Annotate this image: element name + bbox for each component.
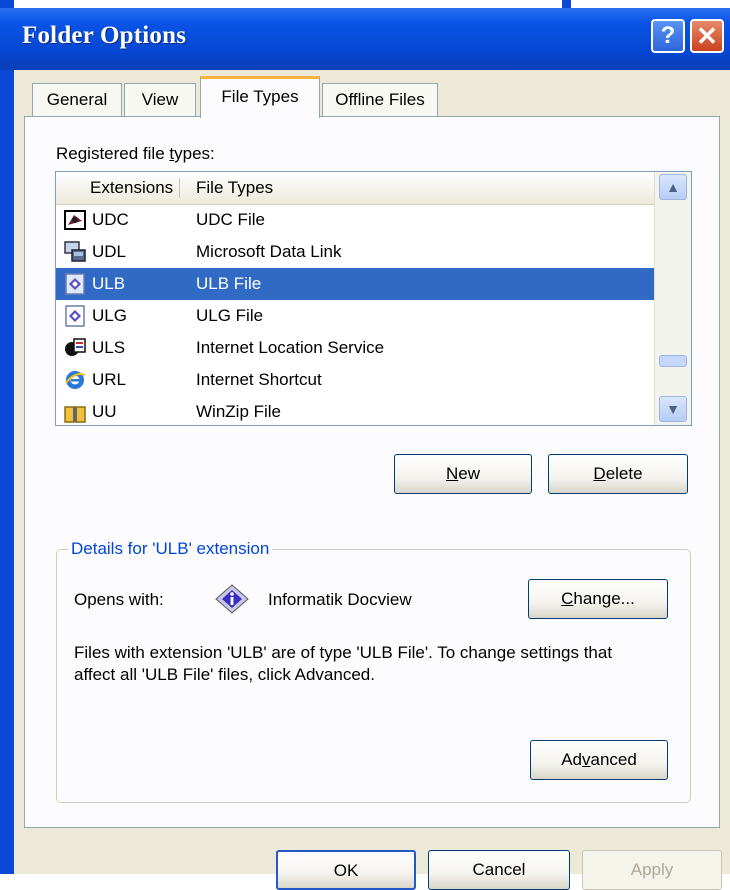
close-button[interactable]: ✕ [690, 19, 724, 53]
vertical-scrollbar[interactable]: ▲ ▼ [654, 172, 691, 425]
docview-icon [65, 273, 85, 295]
file-type-cell: Internet Shortcut [196, 370, 322, 389]
window-title: Folder Options [22, 22, 187, 49]
list-item[interactable]: UU WinZip File [56, 396, 654, 425]
list-item[interactable]: ULS Internet Location Service [56, 332, 654, 364]
file-type-cell: ULB File [196, 274, 262, 293]
file-type-cell: Microsoft Data Link [196, 242, 342, 261]
file-types-list[interactable]: Extensions File Types UDC UDC File UDL M… [55, 171, 692, 426]
ie-shortcut-icon [65, 371, 86, 389]
extension-cell: UU [92, 402, 117, 421]
file-type-cell: ULG File [196, 306, 264, 325]
informatik-docview-icon [215, 584, 249, 614]
tab-offline-files[interactable]: Offline Files [322, 83, 438, 116]
opens-with-label: Opens with: [74, 590, 164, 609]
new-button[interactable]: New [394, 454, 532, 494]
list-item[interactable]: ULG ULG File [56, 300, 654, 332]
advanced-button[interactable]: Advanced [530, 740, 668, 780]
column-divider[interactable] [179, 178, 180, 198]
details-group-title: Details for 'ULB' extension [68, 539, 273, 559]
extension-cell: UDC [92, 210, 129, 229]
data-link-icon [64, 241, 86, 262]
help-button[interactable]: ? [651, 19, 685, 53]
file-type-cell: UDC File [196, 210, 265, 229]
close-icon: ✕ [696, 21, 718, 51]
extension-cell: ULG [92, 306, 127, 325]
tab-file-types[interactable]: File Types [200, 76, 320, 118]
udc-file-icon [64, 210, 86, 230]
list-item[interactable]: UDC UDC File [56, 204, 654, 236]
file-type-cell: WinZip File [196, 402, 282, 421]
cancel-button[interactable]: Cancel [428, 850, 570, 890]
question-icon: ? [660, 22, 676, 49]
delete-button[interactable]: Delete [548, 454, 688, 494]
details-description: Files with extension 'ULB' are of type '… [74, 643, 613, 684]
registered-file-types-label: Registered file types: [56, 144, 215, 163]
docview-icon [65, 305, 85, 327]
ok-button[interactable]: OK [276, 850, 416, 890]
winzip-icon [64, 406, 86, 423]
scroll-up-button[interactable]: ▲ [659, 174, 687, 200]
scroll-down-button[interactable]: ▼ [659, 396, 687, 422]
extension-cell: UDL [92, 242, 127, 261]
list-item-selected[interactable]: ULB ULB File [56, 268, 654, 300]
chevron-down-icon: ▼ [666, 401, 680, 417]
extension-cell: URL [92, 370, 127, 389]
tab-view[interactable]: View [124, 83, 196, 116]
location-service-icon [65, 338, 86, 356]
opens-with-app-name: Informatik Docview [268, 590, 412, 609]
list-item[interactable]: UDL Microsoft Data Link [56, 236, 654, 268]
background-window-strip [14, 0, 562, 8]
background-window-strip [571, 0, 730, 8]
list-header: Extensions File Types [56, 172, 654, 205]
chevron-up-icon: ▲ [666, 179, 680, 195]
file-type-cell: Internet Location Service [196, 338, 385, 357]
change-button[interactable]: Change... [528, 579, 668, 619]
scrollbar-thumb[interactable] [659, 355, 687, 367]
column-header-extensions[interactable]: Extensions [90, 178, 173, 198]
list-item[interactable]: URL Internet Shortcut [56, 364, 654, 396]
apply-button[interactable]: Apply [582, 850, 722, 890]
tab-general[interactable]: General [32, 83, 122, 116]
extension-cell: ULB [92, 274, 126, 293]
column-header-file-types[interactable]: File Types [196, 178, 273, 198]
extension-cell: ULS [92, 338, 126, 357]
